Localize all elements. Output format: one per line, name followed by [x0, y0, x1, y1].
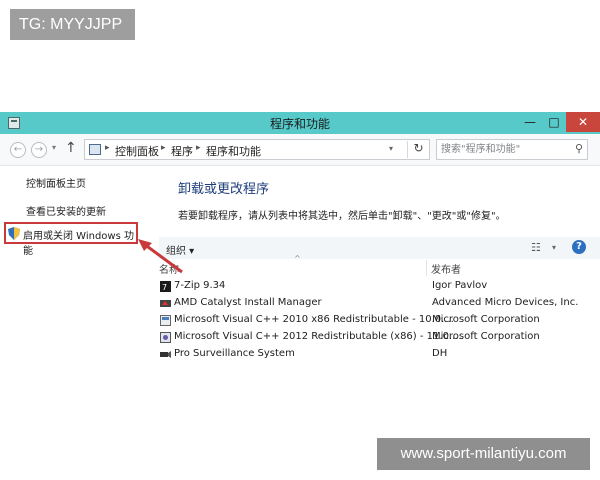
- sidebar-item-view-installed-updates[interactable]: 查看已安装的更新: [26, 203, 106, 218]
- address-history-chevron-icon[interactable]: ▾: [389, 144, 393, 153]
- main-content: 卸载或更改程序 若要卸载程序，请从列表中将其选中，然后单击"卸载"、"更改"或"…: [151, 166, 600, 368]
- forward-arrow-icon[interactable]: →: [31, 142, 47, 158]
- breadcrumb-item-programs-and-features[interactable]: 程序和功能: [206, 143, 261, 159]
- search-box[interactable]: ⚲: [436, 139, 588, 160]
- back-arrow-icon[interactable]: ←: [10, 142, 26, 158]
- page-title: 卸载或更改程序: [178, 182, 270, 197]
- breadcrumb-separator-icon[interactable]: ▸: [161, 143, 166, 153]
- column-header-publisher[interactable]: 发布者: [431, 261, 461, 276]
- title-bar: 程序和功能 — □ ✕: [0, 112, 600, 134]
- up-arrow-icon[interactable]: ↑: [65, 140, 77, 156]
- table-row[interactable]: Microsoft Visual C++ 2012 Redistributabl…: [159, 329, 600, 346]
- search-icon[interactable]: ⚲: [575, 142, 583, 155]
- view-options-icon[interactable]: ☷: [531, 241, 541, 254]
- table-row[interactable]: Pro Surveillance System DH: [159, 346, 600, 363]
- camera-icon: [160, 351, 171, 358]
- program-publisher: Microsoft Corporation: [432, 314, 540, 325]
- refresh-icon[interactable]: ↻: [407, 141, 429, 158]
- address-toolbar: ← → ▾ ↑ ▸ 控制面板 ▸ 程序 ▸ 程序和功能 ▾ ↻ ⚲: [0, 134, 600, 166]
- breadcrumb-item-programs[interactable]: 程序: [171, 143, 193, 159]
- program-name: Microsoft Visual C++ 2012 Redistributabl…: [174, 331, 462, 342]
- program-name: 7-Zip 9.34: [174, 280, 226, 291]
- sidebar-item-windows-features[interactable]: 启用或关闭 Windows 功能: [4, 222, 138, 257]
- pointer-arrow-icon: [138, 239, 183, 274]
- shield-icon: [8, 227, 20, 240]
- svg-text:7: 7: [162, 283, 167, 292]
- amd-icon: [160, 300, 171, 307]
- table-row[interactable]: AMD Catalyst Install Manager Advanced Mi…: [159, 295, 600, 312]
- program-list: 7 7-Zip 9.34 Igor Pavlov AMD Catalyst In…: [159, 278, 600, 363]
- control-panel-icon: [89, 144, 101, 155]
- sidebar-item-control-panel-home[interactable]: 控制面板主页: [26, 175, 86, 190]
- view-chevron-down-icon[interactable]: ▾: [552, 243, 556, 252]
- breadcrumb[interactable]: ▸ 控制面板 ▸ 程序 ▸ 程序和功能 ▾ ↻: [84, 139, 430, 160]
- program-publisher: Advanced Micro Devices, Inc.: [432, 297, 579, 308]
- maximize-button[interactable]: □: [542, 112, 566, 132]
- command-bar: 组织 ▾ ☷ ▾ ?: [159, 237, 600, 259]
- program-name: Microsoft Visual C++ 2010 x86 Redistribu…: [174, 314, 454, 325]
- sidebar: 控制面板主页 查看已安装的更新 启用或关闭 Windows 功能: [0, 166, 150, 368]
- program-name: Pro Surveillance System: [174, 348, 295, 359]
- table-row[interactable]: Microsoft Visual C++ 2010 x86 Redistribu…: [159, 312, 600, 329]
- breadcrumb-item-control-panel[interactable]: 控制面板: [115, 143, 159, 159]
- program-publisher: DH: [432, 348, 448, 359]
- program-name: AMD Catalyst Install Manager: [174, 297, 322, 308]
- column-divider[interactable]: [426, 260, 427, 276]
- watermark-bottom-right: www.sport-milantiyu.com: [377, 438, 590, 470]
- window-title: 程序和功能: [269, 117, 330, 131]
- minimize-button[interactable]: —: [518, 112, 542, 132]
- recent-locations-chevron-icon[interactable]: ▾: [52, 143, 56, 152]
- sort-ascending-icon: ^: [294, 254, 301, 263]
- breadcrumb-separator-icon[interactable]: ▸: [196, 143, 201, 153]
- 7zip-icon: 7: [160, 281, 171, 292]
- sidebar-item-label: 启用或关闭 Windows 功能: [23, 231, 134, 257]
- watermark-top-left: TG: MYYJJPP: [10, 9, 135, 40]
- search-input[interactable]: [441, 142, 561, 157]
- help-icon[interactable]: ?: [572, 240, 586, 254]
- table-row[interactable]: 7 7-Zip 9.34 Igor Pavlov: [159, 278, 600, 295]
- breadcrumb-separator-icon: ▸: [105, 143, 110, 153]
- page-description: 若要卸载程序，请从列表中将其选中，然后单击"卸载"、"更改"或"修复"。: [178, 211, 506, 222]
- program-publisher: Microsoft Corporation: [432, 331, 540, 342]
- program-publisher: Igor Pavlov: [432, 280, 488, 291]
- msi-installer-icon: [160, 315, 171, 326]
- msvc-icon: [160, 332, 171, 343]
- close-button[interactable]: ✕: [566, 112, 600, 132]
- column-headers: ^ 名称 发布者: [159, 254, 600, 276]
- programs-and-features-window: 程序和功能 — □ ✕ ← → ▾ ↑ ▸ 控制面板 ▸ 程序 ▸ 程序和功能 …: [0, 112, 600, 368]
